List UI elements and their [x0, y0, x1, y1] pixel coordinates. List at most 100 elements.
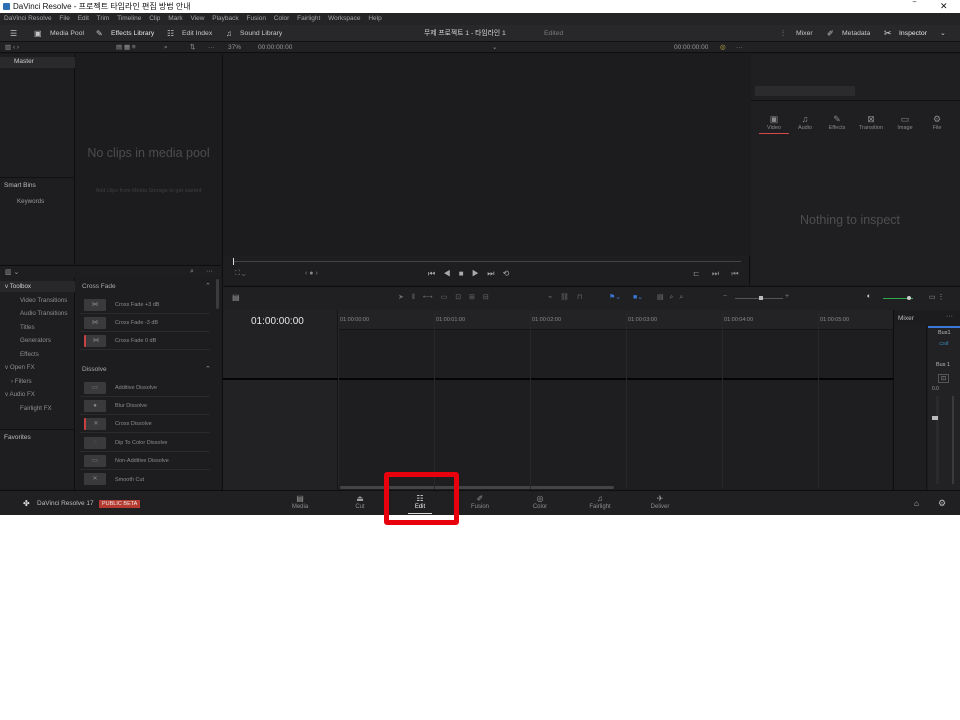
page-media[interactable]: ▤ Media [280, 494, 320, 510]
effects-panel-icon[interactable]: ▥ ⌄ [5, 268, 19, 276]
effects-more-icon[interactable]: ··· [206, 268, 213, 275]
tree-item-audio-transitions[interactable]: Audio Transitions [20, 310, 67, 317]
tree-item-video-transitions[interactable]: Video Transitions [20, 297, 67, 304]
inspector-tab-transition[interactable]: ⊠ Transition [856, 114, 886, 131]
metadata-icon[interactable]: ✐ [827, 25, 834, 42]
zoom-in-icon[interactable]: + [785, 293, 789, 300]
timeline-timecode[interactable]: 01:00:00:00 [251, 316, 304, 327]
inspector-tab-video[interactable]: ▣ Video [759, 114, 789, 134]
toolbar-more-icon[interactable]: ⌄ [940, 25, 946, 42]
collapse-icon[interactable]: ⌃ [205, 282, 211, 290]
effects-library-icon[interactable]: ✎ [96, 25, 103, 42]
tree-item-toolbox[interactable]: v Toolbox [5, 283, 31, 290]
effects-scrollbar[interactable] [216, 279, 219, 309]
inspector-tab-audio[interactable]: ♫ Audio [790, 114, 820, 131]
bus-fx-icon[interactable]: ⊡ [938, 374, 950, 383]
menu-file[interactable]: File [59, 15, 69, 22]
fader-track[interactable] [952, 396, 954, 484]
fader-knob[interactable] [932, 416, 938, 420]
mixer-icon[interactable]: ⫶ [782, 25, 784, 42]
tree-item-fairlight-fx[interactable]: Fairlight FX [20, 405, 52, 412]
zoom-out-icon[interactable]: − [723, 293, 727, 300]
inspector-button[interactable]: Inspector [899, 25, 927, 42]
viewer-zoom[interactable]: 37% [228, 42, 241, 53]
sound-library-icon[interactable]: ♫ [226, 25, 232, 42]
more-options-icon[interactable]: ··· [208, 42, 215, 53]
match-frame-icon[interactable]: ⊏ ⏭ ⏮ [693, 269, 744, 279]
viewer-mode-icon[interactable]: ◎ [720, 42, 726, 53]
meter-icon[interactable]: ▭ ⋮ [929, 293, 945, 301]
thumbnail-view-icon[interactable]: ▤ ▦ ≡ [116, 42, 136, 53]
effects-search-icon[interactable]: ⌕ [190, 268, 194, 276]
menu-clip[interactable]: Clip [149, 15, 160, 22]
tree-item-audio-fx[interactable]: v Audio FX [5, 391, 35, 398]
inspector-icon[interactable]: ✂ [884, 25, 892, 42]
tree-item-effects[interactable]: Effects [20, 351, 39, 358]
bus-output[interactable]: ▭ııl [939, 341, 948, 347]
viewer-dropdown-icon[interactable]: ⌄ [492, 42, 497, 53]
menu-help[interactable]: Help [368, 15, 381, 22]
volume-knob[interactable] [907, 296, 911, 300]
zoom-slider-knob[interactable] [759, 296, 763, 300]
inspector-tab-image[interactable]: ▭ Image [890, 114, 920, 131]
ruler[interactable] [339, 310, 893, 330]
mixer-more-icon[interactable]: ··· [946, 313, 953, 320]
playhead-marker[interactable] [233, 258, 234, 265]
menu-fairlight[interactable]: Fairlight [297, 15, 320, 22]
page-color[interactable]: ◎ Color [520, 494, 560, 510]
menu-playback[interactable]: Playback [212, 15, 238, 22]
page-fairlight[interactable]: ♫ Fairlight [580, 494, 620, 510]
volume-icon[interactable]: 🔈︎ [867, 293, 871, 301]
jog-bar[interactable] [233, 261, 741, 262]
edit-index-button[interactable]: Edit Index [182, 25, 212, 42]
menu-color[interactable]: Color [274, 15, 290, 22]
marker-icon[interactable]: ■⌄ [633, 293, 643, 301]
menu-workspace[interactable]: Workspace [328, 15, 360, 22]
flag-icon[interactable]: ⚑⌄ [609, 293, 621, 301]
timeline-view-icon[interactable]: ▤ [232, 293, 240, 302]
edit-tools[interactable]: ➤ ⫴ ⟷ ▭ ⊡ ⊞ ⊟ [398, 293, 492, 302]
menu-view[interactable]: View [190, 15, 204, 22]
page-deliver[interactable]: ✈ Deliver [640, 494, 680, 510]
jog-control[interactable]: ‹ ● › [305, 270, 318, 277]
sort-icon[interactable]: ⇅ [190, 42, 195, 53]
transport-controls[interactable]: ⏮ ◀ ■ ▶ ⏭ ⟲ [428, 269, 512, 279]
inspector-tab-file[interactable]: ⚙ File [922, 114, 952, 131]
home-icon[interactable]: ⌂ [914, 499, 919, 508]
menu-mark[interactable]: Mark [168, 15, 182, 22]
zoom-icons[interactable]: ▤ ⌕ ⌕ [657, 293, 685, 302]
bin-list-icon[interactable]: ▥ ‹ › [5, 42, 19, 53]
menu-timeline[interactable]: Timeline [117, 15, 141, 22]
master-bin[interactable] [0, 57, 75, 68]
timeline-scrollbar[interactable] [340, 486, 614, 489]
link-icons[interactable]: ⌁ ⛓ ⊓ [548, 293, 585, 301]
menu-trim[interactable]: Trim [97, 15, 110, 22]
menu-edit[interactable]: Edit [78, 15, 89, 22]
keywords-bin[interactable]: Keywords [17, 198, 44, 205]
page-fusion[interactable]: ✐ Fusion [460, 494, 500, 510]
minimize-icon[interactable]: ‾ [913, 0, 916, 13]
mixer-button[interactable]: Mixer [796, 25, 813, 42]
tree-item-open-fx[interactable]: v Open FX [5, 364, 35, 371]
settings-icon[interactable]: ⚙ [938, 498, 946, 509]
collapse-icon[interactable]: ⌃ [205, 365, 211, 373]
media-pool-icon[interactable]: ▣ [34, 25, 42, 42]
edit-index-icon[interactable]: ☷ [167, 25, 174, 42]
viewer-more-icon[interactable]: ··· [736, 42, 743, 53]
effects-library-button[interactable]: Effects Library [111, 25, 154, 42]
fullscreen-icon[interactable]: ⛶ ⌄ [235, 270, 246, 278]
metadata-button[interactable]: Metadata [842, 25, 870, 42]
inspector-tab-effects[interactable]: ✎ Effects [822, 114, 852, 131]
tree-item-filters[interactable]: › Filters [11, 378, 32, 385]
page-cut[interactable]: ⏏ Cut [340, 494, 380, 510]
tree-item-titles[interactable]: Titles [20, 324, 35, 331]
page-edit[interactable]: ☷ Edit [400, 494, 440, 510]
tree-item-generators[interactable]: Generators [20, 337, 51, 344]
sidebar-toggle-icon[interactable]: ☰ [10, 25, 17, 42]
menu-davinci[interactable]: DaVinci Resolve [4, 15, 52, 22]
sound-library-button[interactable]: Sound Library [240, 25, 282, 42]
menu-fusion[interactable]: Fusion [246, 15, 266, 22]
search-icon[interactable]: ⌕ [164, 42, 168, 53]
timeline[interactable] [222, 310, 893, 490]
media-pool-button[interactable]: Media Pool [50, 25, 84, 42]
